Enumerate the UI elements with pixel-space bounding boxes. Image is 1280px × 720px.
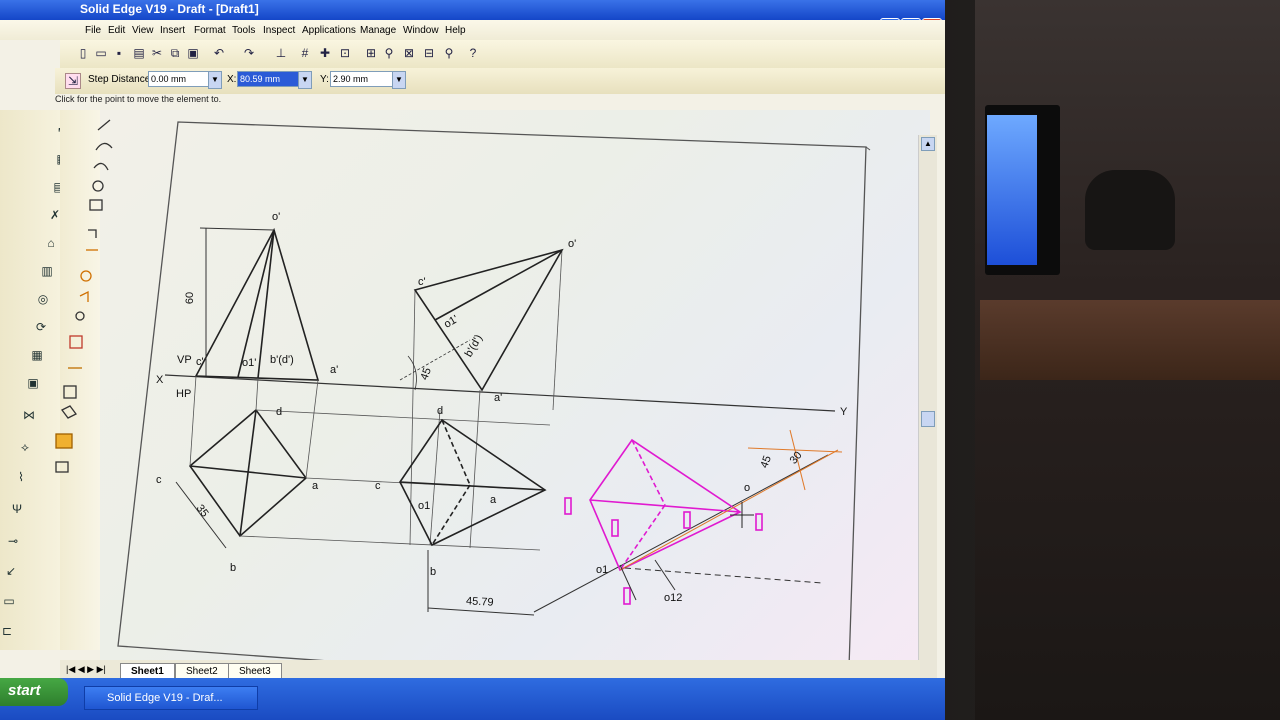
vertical-scrollbar[interactable]: ▲: [918, 135, 937, 705]
label-b: b: [230, 562, 237, 574]
start-button[interactable]: start: [0, 678, 68, 706]
taskbar-solid-edge-item[interactable]: Solid Edge V19 - Draf...: [84, 686, 258, 710]
background-monitor: [985, 105, 1060, 275]
label-dimension-60: 60: [184, 291, 197, 305]
label-angle-45b: 45: [758, 454, 774, 470]
label-a: a: [312, 480, 319, 492]
label-angle-30: 30: [787, 449, 805, 467]
label-c-prime-2: c': [418, 276, 426, 288]
background-chair: [1085, 170, 1175, 250]
label-c-2: c: [375, 480, 381, 492]
label-d: d: [276, 406, 283, 418]
label-bd-prime-2: b'(d'): [462, 332, 486, 360]
label-o-prime-2: o': [568, 238, 577, 250]
label-a-2: a: [490, 494, 497, 506]
label-bd-prime: b'(d'): [270, 354, 294, 366]
label-o-3: o: [744, 482, 751, 494]
label-vp: VP: [177, 354, 192, 366]
label-o1-prime-2: o1': [441, 313, 461, 331]
label-o-prime: o': [272, 211, 281, 223]
label-o1-prime: o1': [242, 357, 257, 369]
label-c-prime: c': [196, 356, 204, 368]
label-a-prime-2: a': [494, 392, 503, 404]
label-y: Y: [840, 406, 848, 418]
label-x: X: [156, 374, 164, 386]
label-o1-2: o1: [418, 500, 431, 512]
background-desk: [980, 300, 1280, 380]
label-o12: o12: [664, 592, 683, 604]
label-angle-45: 45: [418, 366, 434, 382]
drawing-labels: o' VP HP X Y c' o1' b'(d') a' 60 d a c b…: [0, 0, 945, 720]
sheet-nav-arrows-icon[interactable]: |◀ ◀ ▶ ▶|: [66, 664, 106, 675]
scroll-up-button[interactable]: ▲: [921, 137, 935, 151]
scroll-thumb[interactable]: [921, 411, 935, 427]
label-b-2: b: [430, 566, 437, 578]
label-dimension-35: 35: [193, 502, 211, 520]
label-hp: HP: [176, 388, 192, 400]
application-window: Solid Edge V19 - Draft - [Draft1] _ ❐ ✕ …: [0, 0, 945, 720]
label-d-2: d: [437, 405, 444, 417]
label-dimension-45-79: 45.79: [465, 595, 494, 609]
label-c: c: [156, 474, 162, 486]
label-a-prime: a': [330, 364, 339, 376]
label-o1-3: o1: [596, 564, 609, 576]
